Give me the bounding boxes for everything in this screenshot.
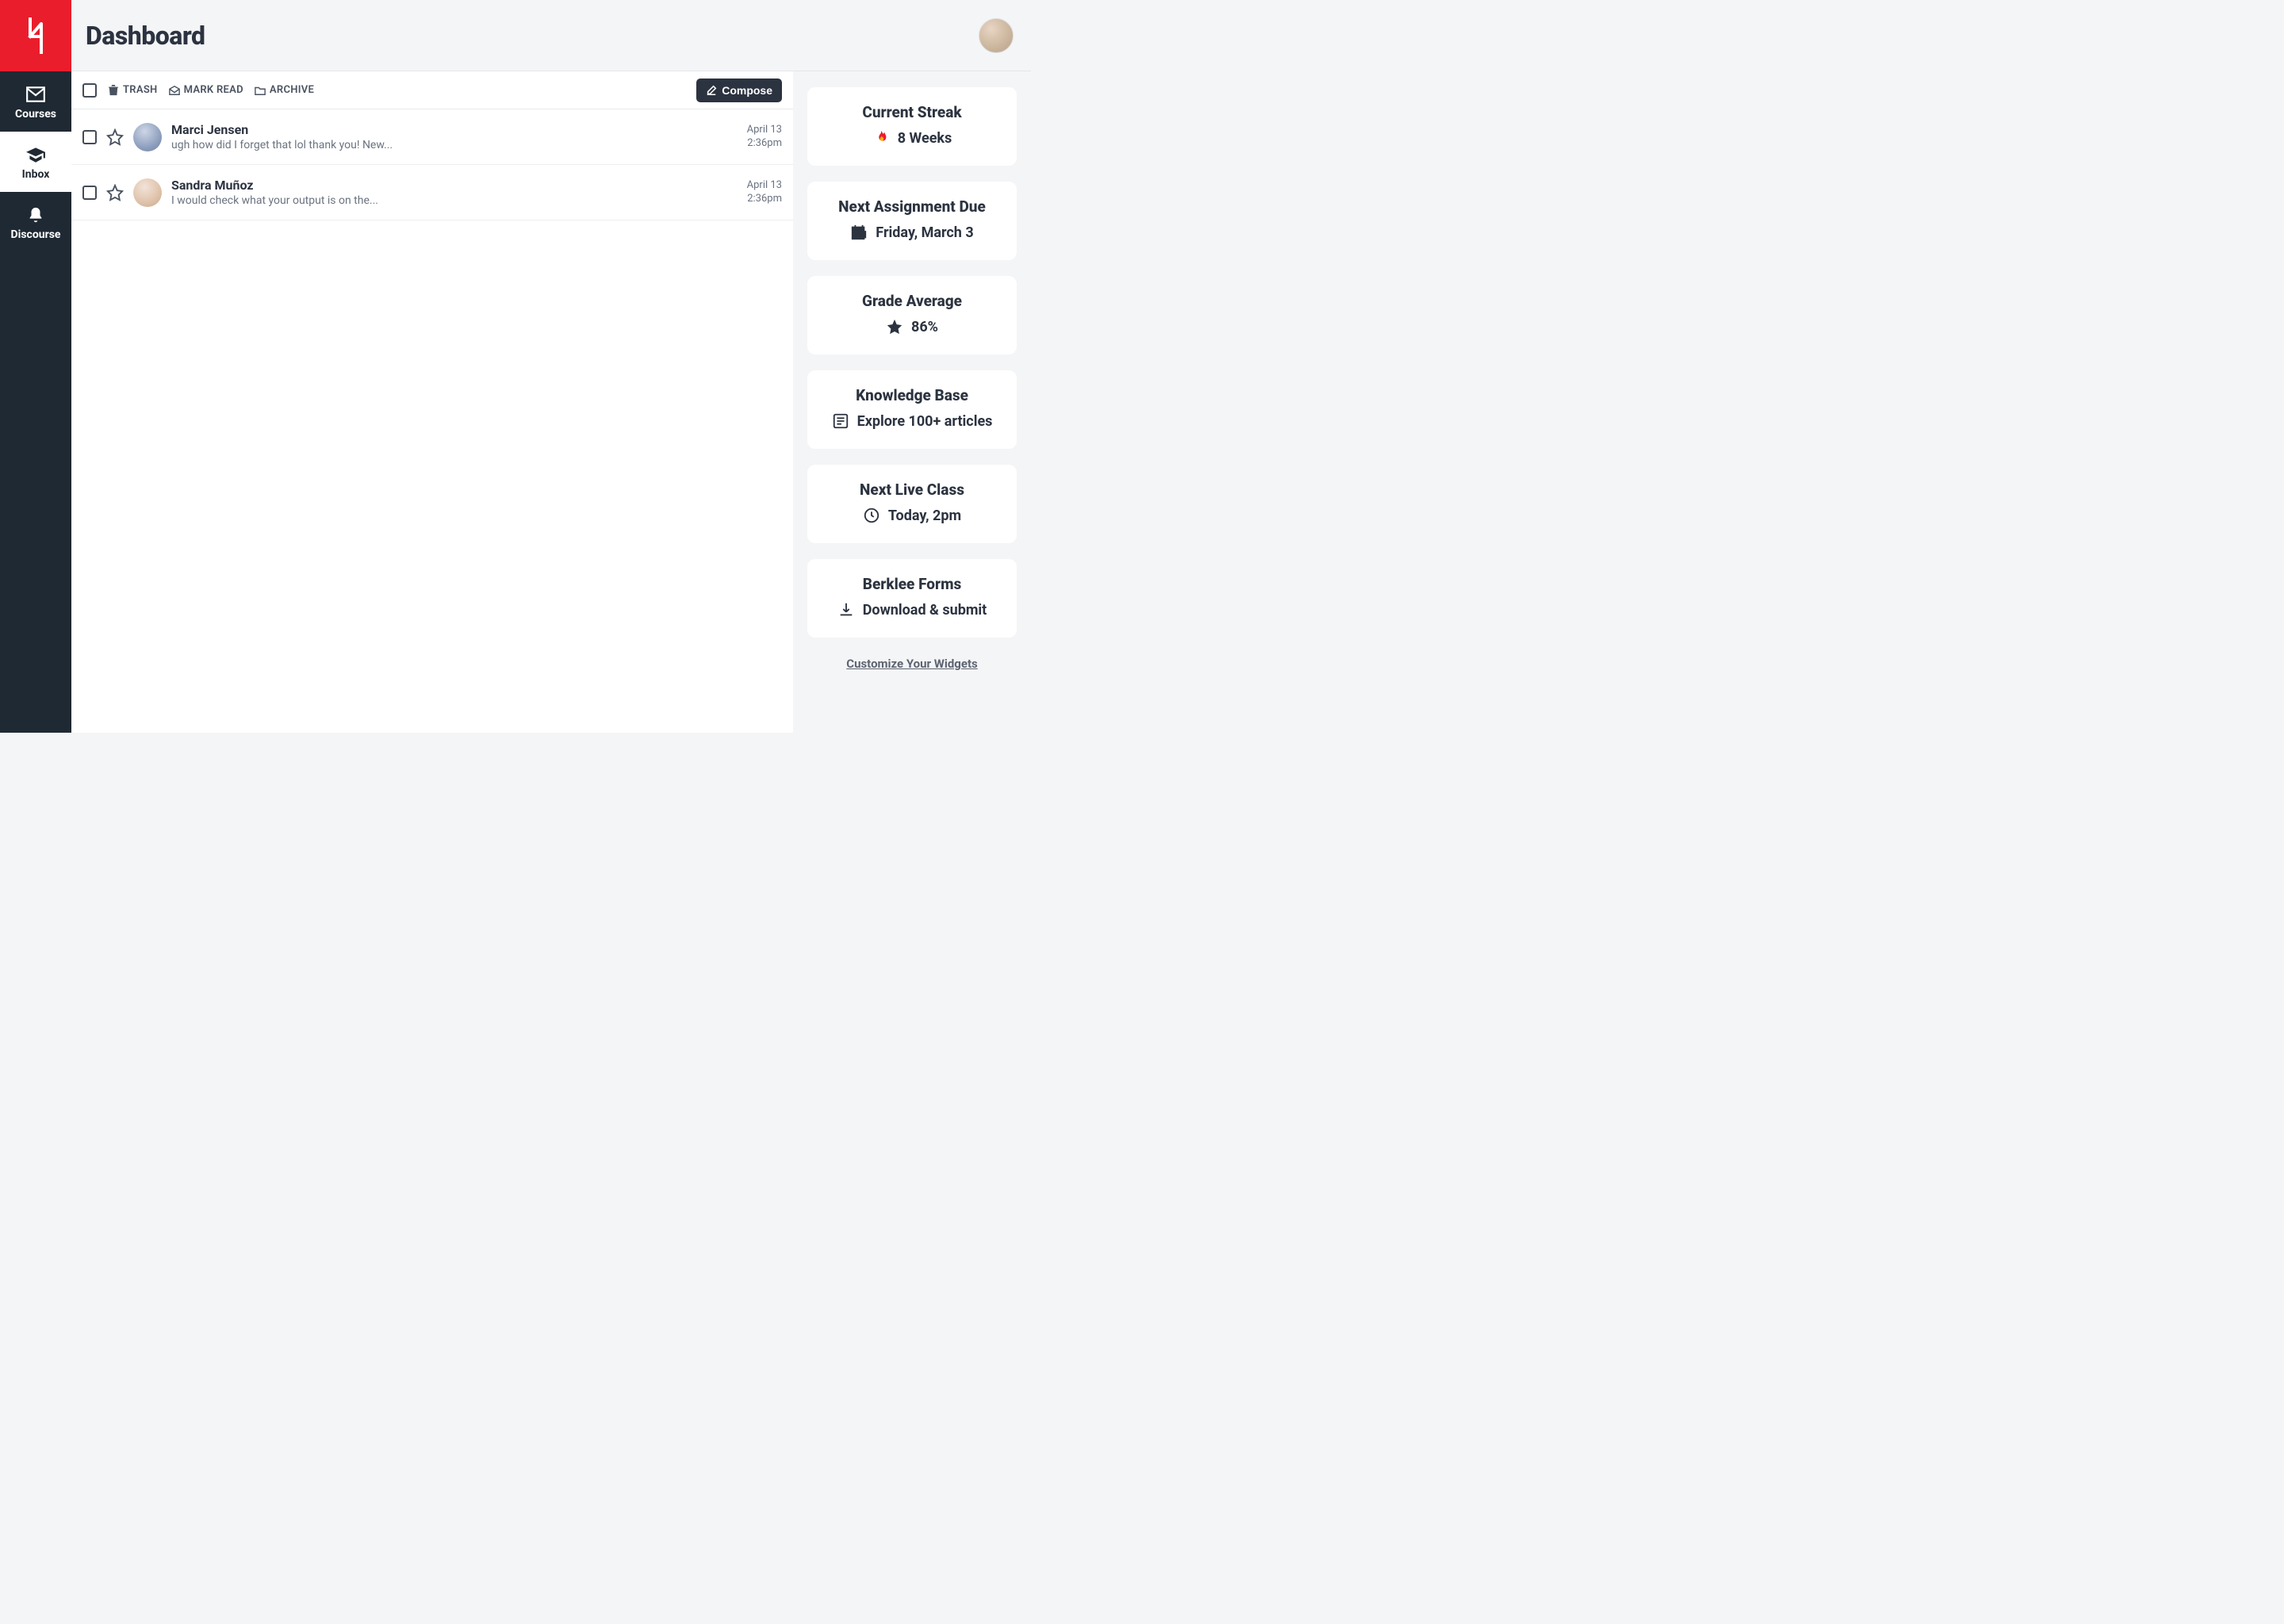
message-preview: ugh how did I forget that lol thank you!… [171,139,738,151]
message-list: Marci Jensen ugh how did I forget that l… [71,109,793,733]
message-checkbox[interactable] [82,186,97,200]
star-icon [106,184,124,201]
folder-icon [255,85,266,96]
page-title: Dashboard [86,21,205,51]
mail-open-icon [169,85,180,96]
user-avatar[interactable] [979,18,1014,53]
nav-courses[interactable]: Courses [0,71,71,132]
widget-current-streak[interactable]: Current Streak 8 Weeks [807,87,1017,166]
compose-icon [706,85,717,96]
star-filled-icon [886,318,903,335]
archive-button[interactable]: ARCHIVE [255,84,314,96]
message-checkbox[interactable] [82,130,97,144]
widget-next-live-class[interactable]: Next Live Class Today, 2pm [807,465,1017,543]
customize-widgets-link[interactable]: Customize Your Widgets [807,653,1017,680]
widget-value-text: Download & submit [863,602,987,619]
widget-value-text: Friday, March 3 [876,224,973,241]
brand-logo[interactable] [0,0,71,71]
inbox-panel: TRASH MARK READ ARCHIVE Compose [71,71,793,733]
message-row[interactable]: Sandra Muñoz I would check what your out… [71,165,793,220]
sender-avatar [133,123,162,151]
widget-title: Knowledge Base [820,386,1004,404]
trash-button[interactable]: TRASH [108,84,158,96]
fire-icon [872,129,890,147]
clock-icon [863,507,880,524]
nav-label: Inbox [22,168,50,181]
calendar-icon [850,224,868,241]
widget-value-text: Explore 100+ articles [857,413,993,430]
message-meta: April 13 2:36pm [747,124,782,151]
widget-value-text: 86% [911,319,938,335]
nav-label: Courses [15,108,56,121]
download-icon [837,601,855,619]
nav-label: Discourse [11,228,61,241]
widget-title: Berklee Forms [820,575,1004,593]
sidebar: Courses Inbox Discourse [0,0,71,733]
nav-discourse[interactable]: Discourse [0,192,71,252]
trash-icon [108,85,119,96]
message-sender: Marci Jensen [171,122,738,137]
header: Dashboard [71,0,1031,71]
widget-berklee-forms[interactable]: Berklee Forms Download & submit [807,559,1017,638]
widget-next-assignment[interactable]: Next Assignment Due Friday, March 3 [807,182,1017,260]
inbox-toolbar: TRASH MARK READ ARCHIVE Compose [71,71,793,109]
widget-value-text: Today, 2pm [888,508,961,524]
widget-title: Next Live Class [820,481,1004,499]
article-icon [832,412,849,430]
sender-avatar [133,178,162,207]
widgets-column: Current Streak 8 Weeks Next Assignment D… [793,71,1031,733]
compose-button[interactable]: Compose [696,79,782,102]
widget-grade-average[interactable]: Grade Average 86% [807,276,1017,354]
widget-knowledge-base[interactable]: Knowledge Base Explore 100+ articles [807,370,1017,449]
graduation-cap-icon [25,146,46,163]
star-icon [106,128,124,146]
star-button[interactable] [106,128,124,146]
message-row[interactable]: Marci Jensen ugh how did I forget that l… [71,109,793,165]
widget-title: Current Streak [820,103,1004,121]
star-button[interactable] [106,184,124,201]
message-meta: April 13 2:36pm [747,179,782,206]
widget-title: Grade Average [820,292,1004,310]
widget-value-text: 8 Weeks [898,130,952,147]
mark-read-button[interactable]: MARK READ [169,84,243,96]
message-preview: I would check what your output is on the… [171,194,738,207]
mail-icon [25,86,46,103]
nav-inbox[interactable]: Inbox [0,132,71,192]
widget-title: Next Assignment Due [820,197,1004,216]
select-all-checkbox[interactable] [82,83,97,98]
message-sender: Sandra Muñoz [171,178,738,193]
bell-icon [25,206,46,224]
